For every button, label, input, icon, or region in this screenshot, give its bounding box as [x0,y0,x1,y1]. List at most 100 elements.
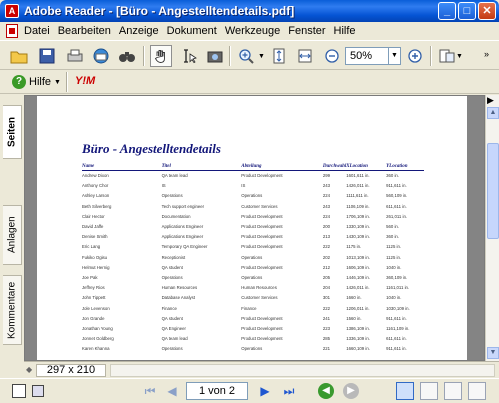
save-icon[interactable] [36,45,58,67]
table-cell: 1013,109 in. [346,254,370,260]
menu-help[interactable]: Hilfe [334,25,356,37]
table-cell: Product Development [241,213,283,219]
table-cell: 261,011 in. [386,213,408,219]
zoom-level-field[interactable]: 50% [345,47,389,65]
table-cell: Operations [161,274,183,280]
minimize-button[interactable]: _ [438,2,456,20]
scroll-down-icon[interactable]: ▼ [487,347,499,359]
open-folder-icon[interactable] [8,45,30,67]
help-button[interactable]: ? Hilfe ▼ [12,73,61,91]
last-page-icon[interactable]: ⏭ [281,383,297,399]
menu-view[interactable]: Anzeige [119,25,159,37]
zoom-in-tool-icon[interactable] [236,45,258,67]
maximize-button[interactable]: □ [458,2,476,20]
page-size-label: 297 x 210 mm [36,364,106,387]
table-cell: Eric Lang [82,244,101,250]
tab-attachments[interactable]: Anlagen [3,205,22,265]
fit-width-icon[interactable] [294,45,316,67]
snapshot-tool-icon[interactable] [204,45,226,67]
table-cell: 611,611 in. [386,336,407,342]
document-icon[interactable] [6,24,18,38]
select-text-tool-icon[interactable] [178,45,200,67]
table-cell: Operations [161,346,183,352]
table-cell: 205 [322,274,331,280]
table-cell: 1426,011 in. [346,183,370,189]
go-forward-icon[interactable]: ▶ [343,383,359,399]
table-row: Helmut Hernig QA student Product Developme… [82,262,424,272]
table-row: Joe Pak Operations Operations 205 1446,109 i… [82,272,424,282]
menu-document[interactable]: Dokument [167,25,217,37]
table-cell: Denise Smith [82,234,108,240]
table-cell: 1606,109 in. [346,264,370,270]
table-cell: Jonathan Young [82,325,113,331]
table-cell: Documentation [161,213,191,219]
previous-page-icon[interactable]: ◀ [164,383,180,399]
table-cell: 212 [322,264,331,270]
zoom-tool-dropdown-icon[interactable]: ▼ [258,53,265,60]
table-cell: Helmut Hernig [82,264,110,270]
toolbar-overflow-icon[interactable]: » [484,49,489,59]
actual-size-icon[interactable] [268,45,290,67]
help-icon: ? [12,75,26,89]
table-cell: Jole Levenson [82,305,110,311]
table-row: Denise Smith Applications Engineer Product… [82,232,424,242]
table-cell: 1660,109 in. [346,346,370,352]
zoom-out-icon[interactable] [321,45,343,67]
email-icon[interactable] [90,45,112,67]
employee-table: Name Titel Abteilung Durchwahl XLocation YLoc… [82,164,424,354]
print-icon[interactable] [64,45,86,67]
table-cell: QA Engineer [161,325,186,331]
full-screen-icon[interactable] [12,384,26,398]
table-cell: 301 [322,295,331,301]
go-back-icon[interactable]: ◀ [318,383,334,399]
table-row: Anthony Chor IS IS 243 1426,011 in. 911,611 i… [82,181,424,191]
panel-toggle-icon[interactable]: ▶ [487,95,497,107]
tab-comments[interactable]: Kommentare [3,275,22,345]
table-cell: 224 [322,213,331,219]
hand-tool-icon[interactable] [150,45,172,67]
page-indicator[interactable]: 1 von 2 [186,382,248,400]
table-cell: Jeffrey Rios [82,285,105,291]
table-row: David Jaffe Applications Engineer Product … [82,221,424,231]
table-cell: Product Development [241,325,283,331]
menu-edit[interactable]: Bearbeiten [58,25,111,37]
table-row: John Tippett Database Analyst Customer Ser… [82,293,424,303]
table-cell: Ashley Larson [82,193,110,199]
first-page-icon[interactable]: ⏮ [142,383,158,399]
status-bar: ⏮ ◀ 1 von 2 ▶ ⏭ ◀ ▶ [0,378,499,403]
table-cell: David Jaffe [82,224,104,230]
table-cell: 1161,109 in. [386,325,410,331]
table-cell: Customer Services [241,295,278,301]
next-page-icon[interactable]: ▶ [257,383,273,399]
facing-layout-icon[interactable] [444,382,462,400]
single-page-layout-icon[interactable] [396,382,414,400]
menu-window[interactable]: Fenster [288,25,325,37]
scroll-up-icon[interactable]: ▲ [487,107,499,119]
tab-pages[interactable]: Seiten [3,105,22,159]
continuous-layout-icon[interactable] [420,382,438,400]
close-button[interactable]: ✕ [478,2,496,20]
table-cell: 223 [322,325,331,331]
yahoo-messenger-icon[interactable]: Y!M [75,75,95,87]
document-view[interactable]: Büro - Angestelltendetails Name Titel Abte… [24,95,485,361]
table-cell: 200 [322,224,331,230]
continuous-facing-layout-icon[interactable] [468,382,486,400]
menu-file[interactable]: Datei [24,25,50,37]
page-display-icon[interactable] [436,45,458,67]
navigation-panel-tabs: Seiten Anlagen Kommentare [0,95,24,378]
page-thumbnail-icon[interactable] [32,385,44,397]
zoom-dropdown-icon[interactable]: ▼ [389,47,401,65]
scrollbar-thumb[interactable] [487,143,499,239]
table-cell: Product Development [241,315,283,321]
table-cell: 1125 in. [386,244,402,250]
search-binoculars-icon[interactable] [116,45,138,67]
table-cell: Joe Pak [82,274,98,280]
table-cell: 360,109 in. [386,274,408,280]
menu-tools[interactable]: Werkzeuge [225,25,280,37]
vertical-scrollbar[interactable]: ▲ ▼ [485,95,499,361]
table-cell: 1111,611 in. [346,193,369,199]
zoom-in-icon[interactable] [404,45,426,67]
page-display-dropdown-icon[interactable]: ▼ [456,53,463,60]
table-cell: 213 [322,234,331,240]
horizontal-scroll-track[interactable] [110,364,495,377]
